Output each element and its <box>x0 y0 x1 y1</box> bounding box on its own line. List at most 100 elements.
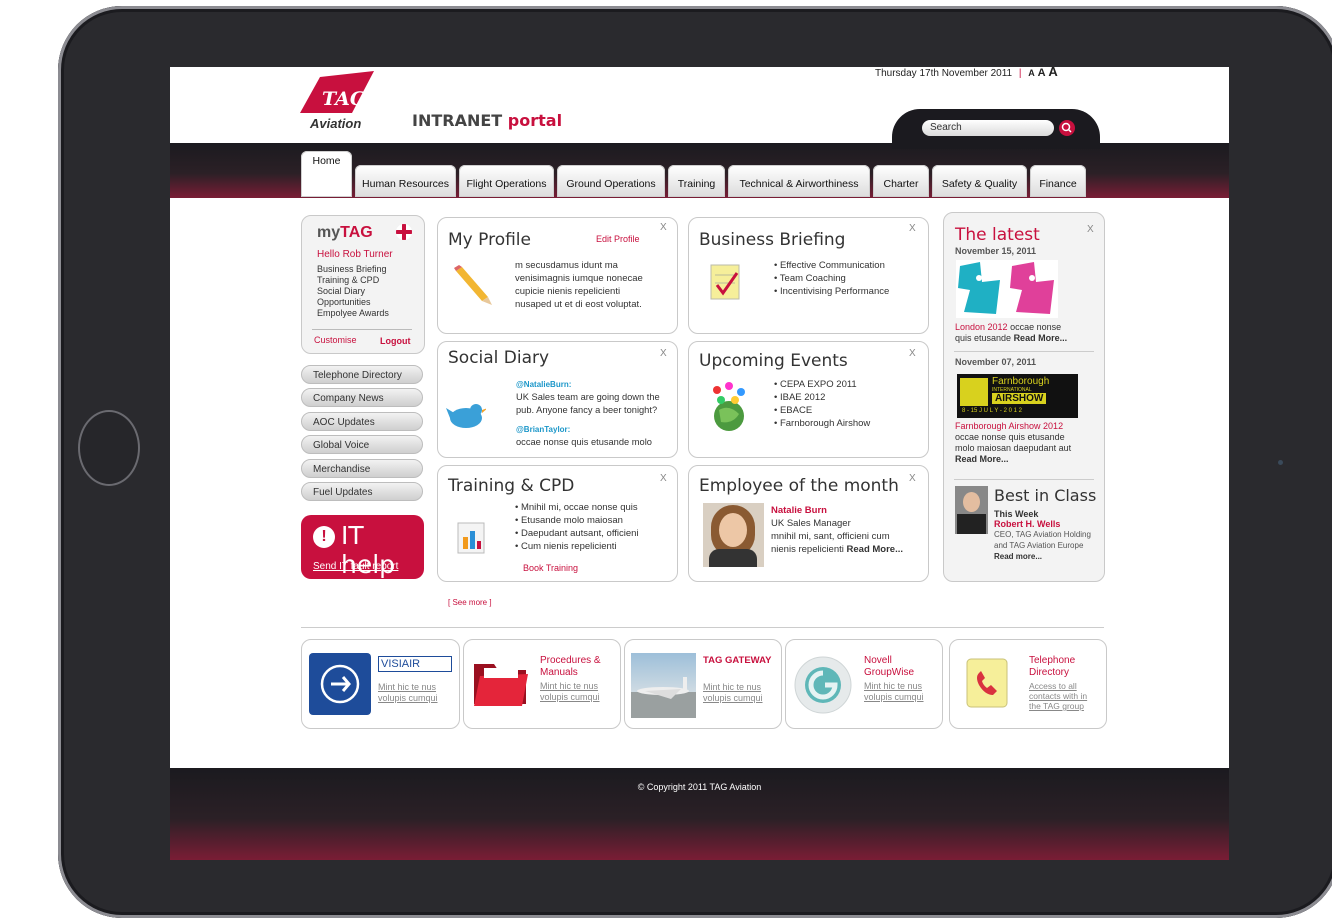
bic-read-more[interactable]: Read more... <box>994 552 1042 561</box>
briefing-item[interactable]: • Effective Communication <box>774 259 889 272</box>
tab-flight-operations[interactable]: Flight Operations <box>459 165 554 197</box>
mytag-link-social-diary[interactable]: Social Diary <box>317 286 389 297</box>
briefing-item[interactable]: • Incentivising Performance <box>774 285 889 298</box>
briefing-item[interactable]: • Team Coaching <box>774 272 889 285</box>
uk-flag-icon[interactable] <box>396 224 412 240</box>
mytag-link-business-briefing[interactable]: Business Briefing <box>317 264 389 275</box>
close-latest-button[interactable]: X <box>1087 224 1094 235</box>
tab-charter[interactable]: Charter <box>873 165 929 197</box>
tablet-home-button[interactable] <box>78 410 140 486</box>
employee-text: mnihil mi, sant, officieni cum <box>771 531 890 542</box>
close-events-button[interactable]: X <box>909 348 916 359</box>
quicklink-telephone-directory[interactable]: Telephone Directory Access to all contac… <box>949 639 1107 729</box>
quicklink-text[interactable]: Mint hic te nus <box>703 682 763 693</box>
telephone-links[interactable]: Access to all contacts with in the TAG g… <box>1029 681 1087 711</box>
close-profile-button[interactable]: X <box>660 222 667 233</box>
groupwise-links[interactable]: Mint hic te nus volupis cumqui <box>864 681 924 703</box>
quicklink-text[interactable]: contacts with in <box>1029 691 1087 701</box>
employee-name[interactable]: Natalie Burn <box>771 504 903 517</box>
close-social-button[interactable]: X <box>660 348 667 359</box>
tab-training[interactable]: Training <box>668 165 725 197</box>
latest-read-more-1[interactable]: Read More... <box>1014 333 1068 343</box>
twitter-bird-icon <box>446 398 488 437</box>
sidenav-telephone-directory[interactable]: Telephone Directory <box>301 365 423 384</box>
visiair-links[interactable]: Mint hic te nus volupis cumqui <box>378 682 438 704</box>
sidenav-global-voice[interactable]: Global Voice <box>301 435 423 454</box>
tab-label: Safety & Quality <box>941 178 1018 190</box>
close-employee-button[interactable]: X <box>909 473 916 484</box>
quicklink-text[interactable]: Access to all <box>1029 681 1087 691</box>
social-message: pub. Anyone fancy a beer tonight? <box>516 405 658 415</box>
quicklink-text[interactable]: the TAG group <box>1029 701 1087 711</box>
font-size-medium[interactable]: A <box>1038 67 1046 79</box>
close-training-button[interactable]: X <box>660 473 667 484</box>
quicklink-text[interactable]: Mint hic te nus <box>864 681 924 692</box>
event-item[interactable]: • IBAE 2012 <box>774 391 870 404</box>
mytag-link-awards[interactable]: Empolyee Awards <box>317 308 389 319</box>
social-message: UK Sales team are going down the <box>516 392 660 402</box>
mytag-link-opportunities[interactable]: Opportunities <box>317 297 389 308</box>
tab-label: Charter <box>883 178 919 190</box>
jet-photo <box>631 653 696 718</box>
quicklink-text[interactable]: volupis cumqui <box>864 692 924 703</box>
quicklink-text[interactable]: volupis cumqui <box>540 692 600 703</box>
latest-headline-2[interactable]: Farnborough Airshow 2012 <box>955 421 1071 432</box>
banner-dates: 8 - 15 J U L Y - 2 0 1 2 <box>962 408 1022 414</box>
tab-safety-quality[interactable]: Safety & Quality <box>932 165 1027 197</box>
tab-human-resources[interactable]: Human Resources <box>355 165 456 197</box>
notepad-icon <box>709 263 743 308</box>
quicklink-tag-gateway[interactable]: TAG GATEWAY Mint hic te nus volupis cumq… <box>624 639 782 729</box>
tab-finance[interactable]: Finance <box>1030 165 1086 197</box>
telephone-title: Telephone Directory <box>1029 655 1075 679</box>
logout-link[interactable]: Logout <box>380 336 411 346</box>
tab-ground-operations[interactable]: Ground Operations <box>557 165 665 197</box>
font-size-small[interactable]: A <box>1028 68 1035 78</box>
quicklink-groupwise[interactable]: Novell GroupWise Mint hic te nus volupis… <box>785 639 943 729</box>
social-title: Social Diary <box>448 348 550 368</box>
it-fault-report-link[interactable]: Send IT fault report <box>313 561 398 572</box>
bic-name[interactable]: Robert H. Wells <box>994 519 1060 529</box>
latest-read-more-2[interactable]: Read More... <box>955 454 1009 464</box>
quicklink-text[interactable]: Mint hic te nus <box>540 681 600 692</box>
customise-link[interactable]: Customise <box>314 335 357 345</box>
social-user-2[interactable]: @BrianTaylor: <box>516 423 660 436</box>
mytag-link-training[interactable]: Training & CPD <box>317 275 389 286</box>
see-more-link[interactable]: [ See more ] <box>448 598 492 607</box>
it-help-box[interactable]: ! IT help Send IT fault report <box>301 515 424 579</box>
quicklink-procedures[interactable]: Procedures & Manuals Mint hic te nus vol… <box>463 639 621 729</box>
book-training-link[interactable]: Book Training <box>523 563 578 573</box>
sidenav-fuel-updates[interactable]: Fuel Updates <box>301 482 423 501</box>
tab-label: Training <box>677 178 716 190</box>
quicklink-visiair[interactable]: VISIAIR Mint hic te nus volupis cumqui <box>301 639 460 729</box>
social-user-1[interactable]: @NatalieBurn: <box>516 378 660 391</box>
farnborough-banner[interactable]: Farnborough INTERNATIONAL AIRSHOW 8 - 15… <box>957 374 1078 418</box>
close-briefing-button[interactable]: X <box>909 223 916 234</box>
portal-word-portal: portal <box>507 111 563 130</box>
section-divider <box>301 627 1104 628</box>
quicklink-text[interactable]: volupis cumqui <box>378 693 438 704</box>
profile-line: m secusdamus idunt ma <box>515 260 618 271</box>
procedures-links[interactable]: Mint hic te nus volupis cumqui <box>540 681 600 703</box>
edit-profile-link[interactable]: Edit Profile <box>596 234 640 244</box>
latest-text: occae nonse quis etusande <box>955 432 1065 442</box>
sidenav-aoc-updates[interactable]: AOC Updates <box>301 412 423 431</box>
tag-logo[interactable]: TAG Aviation <box>300 71 380 131</box>
latest-headline-1[interactable]: London 2012 <box>955 322 1008 332</box>
employee-read-more[interactable]: Read More... <box>847 544 904 555</box>
search-icon[interactable] <box>1059 120 1075 136</box>
sidenav-company-news[interactable]: Company News <box>301 388 423 407</box>
quicklink-text[interactable]: volupis cumqui <box>703 693 763 704</box>
event-item[interactable]: • CEPA EXPO 2011 <box>774 378 870 391</box>
london-2012-logo[interactable] <box>956 260 1058 318</box>
tab-home[interactable]: Home <box>301 151 352 197</box>
event-item[interactable]: • Farnborough Airshow <box>774 417 870 430</box>
quicklink-text[interactable]: Mint hic te nus <box>378 682 438 693</box>
sidenav-merchandise[interactable]: Merchandise <box>301 459 423 478</box>
mytag-tag: TAG <box>340 224 373 241</box>
tab-technical-airworthiness[interactable]: Technical & Airworthiness <box>728 165 870 197</box>
event-item[interactable]: • EBACE <box>774 404 870 417</box>
font-size-large[interactable]: A <box>1048 67 1057 79</box>
search-input[interactable]: Search <box>922 120 1054 136</box>
mytag-title: myTAG <box>317 224 373 242</box>
tag-gateway-links[interactable]: Mint hic te nus volupis cumqui <box>703 682 763 704</box>
